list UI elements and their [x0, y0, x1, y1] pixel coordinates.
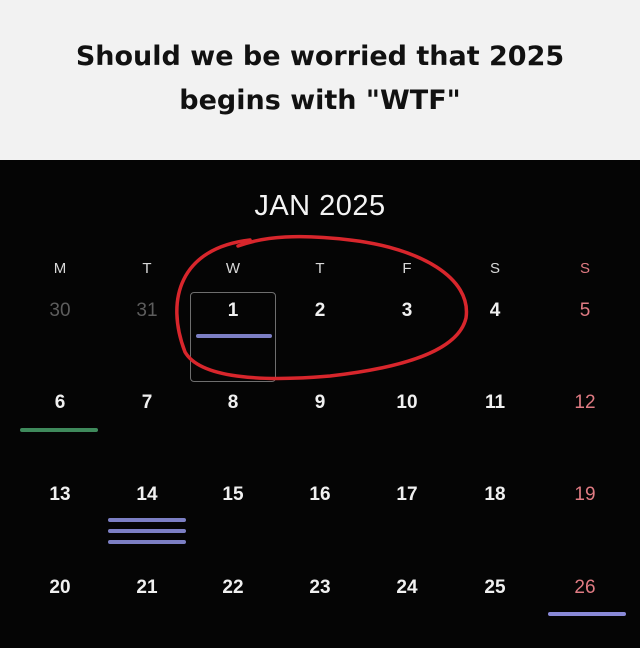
highlight-circle [175, 234, 469, 381]
